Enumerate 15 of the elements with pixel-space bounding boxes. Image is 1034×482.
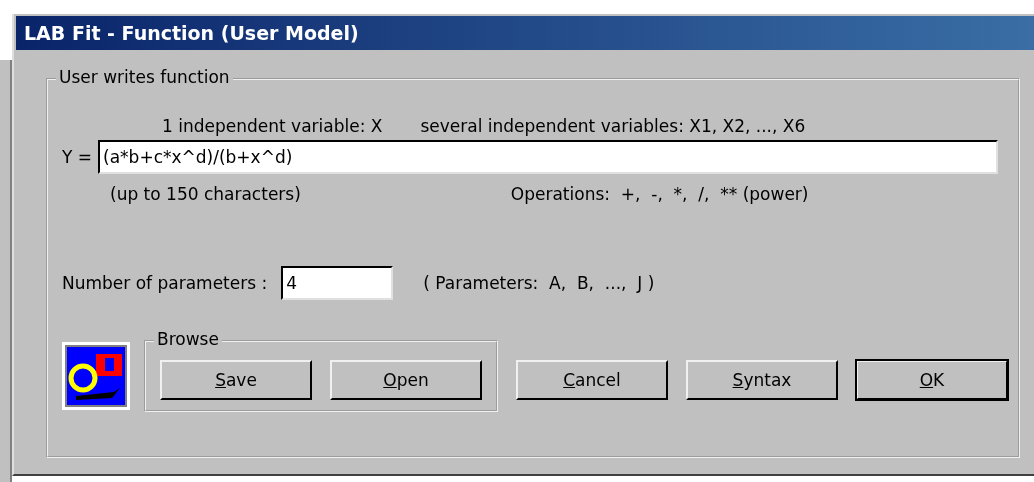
- note-text: (up to 150 characters): [110, 184, 301, 204]
- dialog-button[interactable]: Open: [330, 360, 482, 400]
- hint-text: several independent variables: X1, X2, ..., X6: [420, 116, 806, 136]
- note-text: Operations: +, -, *, /, ** (power): [510, 184, 809, 204]
- hint-text: 1 independent variable: X: [162, 116, 383, 136]
- parameters-note: ( Parameters: A, B, ..., J ): [423, 273, 655, 293]
- dialog-button[interactable]: Syntax: [686, 360, 838, 400]
- dialog-button[interactable]: OK: [856, 360, 1008, 400]
- function-field[interactable]: (a*b+c*x^d)/(b+x^d): [98, 140, 998, 174]
- window-title: LAB Fit - Function (User Model): [24, 22, 359, 44]
- dialog-button[interactable]: Save: [160, 360, 312, 400]
- parameters-field[interactable]: 4: [281, 266, 394, 300]
- function-label: Y =: [62, 147, 93, 167]
- dialog-button[interactable]: Cancel: [516, 360, 668, 400]
- parameters-label: Number of parameters :: [62, 273, 268, 293]
